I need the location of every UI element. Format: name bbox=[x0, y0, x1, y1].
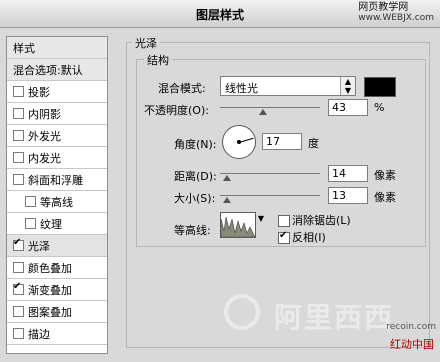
sidebar-item-checkbox[interactable] bbox=[13, 281, 24, 295]
sidebar-item-label: 纹理 bbox=[40, 217, 62, 231]
opacity-label: 不透明度(O): bbox=[144, 104, 209, 117]
sidebar-item[interactable]: 描边 bbox=[7, 323, 107, 345]
shine-color-swatch[interactable] bbox=[364, 77, 396, 97]
distance-input[interactable]: 14 bbox=[328, 165, 368, 182]
sidebar-item-checkbox[interactable] bbox=[13, 108, 24, 119]
watermark-top: 网页教学网 www.WEBJX.com bbox=[358, 2, 434, 24]
sidebar-item-checkbox[interactable] bbox=[25, 218, 36, 229]
opacity-slider[interactable] bbox=[220, 107, 320, 108]
sidebar-item-label: 斜面和浮雕 bbox=[28, 173, 83, 187]
antialias-checkbox[interactable] bbox=[278, 215, 290, 227]
opacity-unit: % bbox=[374, 101, 385, 114]
size-slider-thumb[interactable] bbox=[223, 197, 231, 203]
sidebar-item-label: 描边 bbox=[28, 327, 50, 341]
sidebar-item-checkbox[interactable] bbox=[13, 328, 24, 339]
distance-label: 距离(D): bbox=[174, 170, 217, 183]
size-unit: 像素 bbox=[374, 191, 396, 204]
size-slider[interactable] bbox=[220, 195, 320, 196]
angle-indicator bbox=[239, 137, 254, 143]
updown-arrow-icon: ▲ ▼ bbox=[340, 77, 355, 95]
sidebar-item[interactable]: 内阴影 bbox=[7, 103, 107, 125]
sidebar-item[interactable]: 斜面和浮雕 bbox=[7, 169, 107, 191]
sidebar-effects-list: 投影内阴影外发光内发光斜面和浮雕等高线纹理光泽颜色叠加渐变叠加图案叠加描边 bbox=[7, 81, 107, 345]
contour-label: 等高线: bbox=[174, 224, 211, 237]
sidebar-item[interactable]: 纹理 bbox=[7, 213, 107, 235]
watermark-bottom: 阿里西西 recoin.com 红动中国 bbox=[224, 292, 440, 362]
angle-dial[interactable] bbox=[222, 125, 256, 159]
styles-sidebar: 样式 混合选项:默认 投影内阴影外发光内发光斜面和浮雕等高线纹理光泽颜色叠加渐变… bbox=[6, 36, 108, 354]
watermark-big-text: 阿里西西 bbox=[274, 301, 395, 334]
sidebar-item-checkbox[interactable] bbox=[13, 130, 24, 141]
sidebar-item-label: 内发光 bbox=[28, 151, 61, 165]
sidebar-item[interactable]: 光泽 bbox=[7, 235, 107, 257]
watermark-logo-icon bbox=[224, 294, 260, 330]
sidebar-item-label: 投影 bbox=[28, 85, 50, 99]
distance-unit: 像素 bbox=[374, 169, 396, 182]
watermark-brand: 红动中国 bbox=[390, 338, 434, 351]
watermark-line2: www.WEBJX.com bbox=[358, 13, 434, 23]
sidebar-item-label: 图案叠加 bbox=[28, 305, 72, 319]
watermark-site: recoin.com bbox=[386, 322, 436, 332]
sidebar-item-label: 等高线 bbox=[40, 195, 73, 209]
title-bar: 图层样式 网页教学网 www.WEBJX.com bbox=[0, 0, 440, 28]
antialias-label: 消除锯齿(L) bbox=[292, 214, 351, 227]
sidebar-item-checkbox[interactable] bbox=[13, 86, 24, 97]
sidebar-item[interactable]: 外发光 bbox=[7, 125, 107, 147]
contour-dropdown-icon[interactable]: ▼ bbox=[256, 212, 266, 238]
size-label: 大小(S): bbox=[174, 192, 216, 205]
distance-slider-thumb[interactable] bbox=[223, 175, 231, 181]
blend-mode-label: 混合模式: bbox=[158, 82, 206, 95]
sidebar-item-label: 内阴影 bbox=[28, 107, 61, 121]
size-input[interactable]: 13 bbox=[328, 187, 368, 204]
sidebar-item-label: 外发光 bbox=[28, 129, 61, 143]
section-title: 光泽 bbox=[132, 35, 160, 51]
sidebar-item-checkbox[interactable] bbox=[25, 196, 36, 207]
angle-unit: 度 bbox=[308, 137, 319, 150]
sidebar-header-styles[interactable]: 样式 bbox=[7, 37, 107, 59]
opacity-slider-thumb[interactable] bbox=[259, 109, 267, 115]
sidebar-item-checkbox[interactable] bbox=[13, 262, 24, 273]
sidebar-item[interactable]: 投影 bbox=[7, 81, 107, 103]
sidebar-item-label: 渐变叠加 bbox=[28, 283, 72, 297]
angle-input[interactable]: 17 bbox=[262, 133, 302, 150]
invert-checkbox[interactable] bbox=[278, 230, 290, 244]
sidebar-item[interactable]: 渐变叠加 bbox=[7, 279, 107, 301]
sidebar-item[interactable]: 等高线 bbox=[7, 191, 107, 213]
sidebar-item-label: 颜色叠加 bbox=[28, 261, 72, 275]
group-title: 结构 bbox=[144, 52, 172, 68]
watermark-line1: 网页教学网 bbox=[358, 2, 409, 13]
contour-preview[interactable] bbox=[220, 212, 256, 238]
invert-label: 反相(I) bbox=[292, 231, 326, 244]
sidebar-item-blending-options[interactable]: 混合选项:默认 bbox=[7, 59, 107, 81]
sidebar-item[interactable]: 图案叠加 bbox=[7, 301, 107, 323]
contour-curve-icon bbox=[220, 216, 256, 238]
sidebar-item-checkbox[interactable] bbox=[13, 174, 24, 185]
blend-mode-value: 线性光 bbox=[225, 82, 258, 95]
sidebar-item[interactable]: 内发光 bbox=[7, 147, 107, 169]
opacity-input[interactable]: 43 bbox=[328, 99, 368, 116]
sidebar-item-checkbox[interactable] bbox=[13, 152, 24, 163]
sidebar-item-label: 光泽 bbox=[28, 239, 50, 253]
angle-label: 角度(N): bbox=[174, 138, 217, 151]
sidebar-item[interactable]: 颜色叠加 bbox=[7, 257, 107, 279]
sidebar-item-checkbox[interactable] bbox=[13, 237, 24, 251]
sidebar-item-checkbox[interactable] bbox=[13, 306, 24, 317]
distance-slider[interactable] bbox=[220, 173, 320, 174]
blend-mode-select[interactable]: 线性光 ▲ ▼ bbox=[220, 76, 356, 96]
angle-center-dot bbox=[237, 140, 241, 144]
